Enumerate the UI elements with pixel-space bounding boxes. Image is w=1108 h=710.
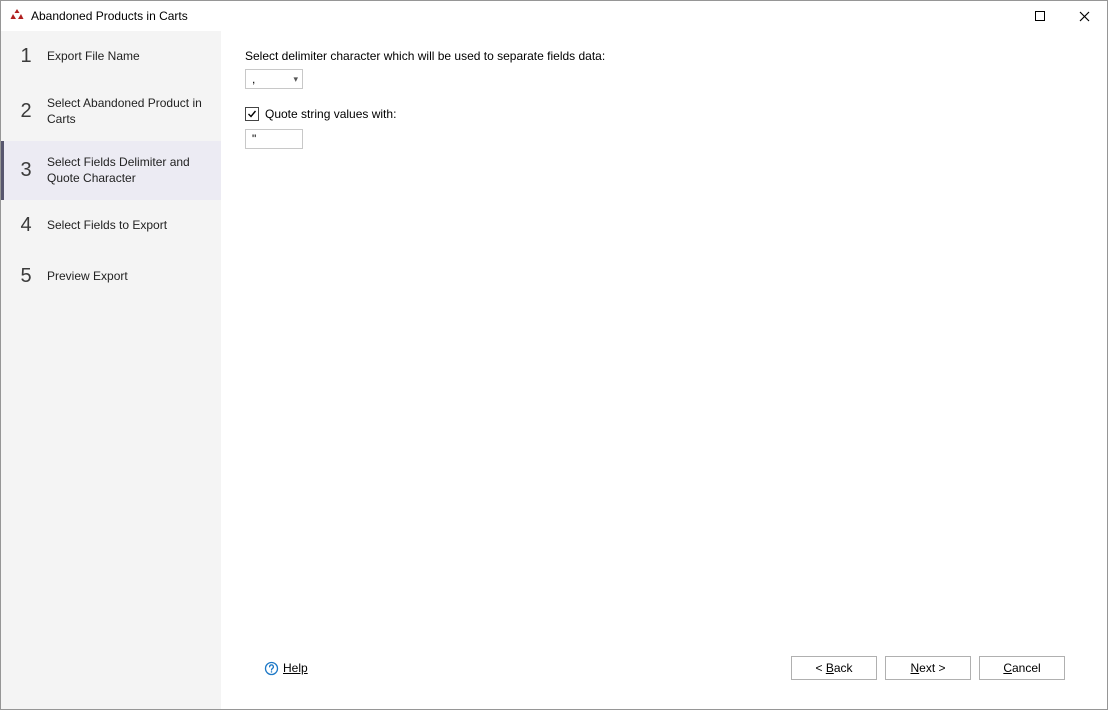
- window-controls: [1017, 1, 1107, 31]
- maximize-button[interactable]: [1017, 1, 1062, 31]
- wizard-step-4[interactable]: 4 Select Fields to Export: [1, 200, 221, 251]
- wizard-body: 1 Export File Name 2 Select Abandoned Pr…: [1, 31, 1107, 709]
- quote-checkbox[interactable]: [245, 107, 259, 121]
- step-label: Preview Export: [47, 269, 128, 285]
- step-label: Select Fields to Export: [47, 218, 167, 234]
- content-spacer: [245, 149, 1083, 645]
- app-icon: [9, 8, 25, 24]
- quote-value: ": [252, 132, 256, 146]
- titlebar: Abandoned Products in Carts: [1, 1, 1107, 31]
- step-number: 3: [19, 159, 33, 182]
- close-button[interactable]: [1062, 1, 1107, 31]
- step-number: 2: [19, 100, 33, 123]
- delimiter-value: ,: [252, 72, 255, 86]
- cancel-button-mnemonic: C: [1003, 661, 1012, 675]
- wizard-footer: Help < Back Next > Cancel: [245, 645, 1083, 691]
- quote-checkbox-label: Quote string values with:: [265, 107, 396, 121]
- quote-character-input[interactable]: ": [245, 129, 303, 149]
- wizard-step-5[interactable]: 5 Preview Export: [1, 251, 221, 302]
- back-button[interactable]: < Back: [791, 656, 877, 680]
- step-label: Select Fields Delimiter and Quote Charac…: [47, 155, 211, 186]
- back-button-mnemonic: B: [826, 661, 834, 675]
- chevron-down-icon: ▾: [293, 74, 298, 85]
- step-label: Export File Name: [47, 49, 140, 65]
- cancel-button[interactable]: Cancel: [979, 656, 1065, 680]
- delimiter-select[interactable]: , ▾: [245, 69, 303, 89]
- wizard-steps-sidebar: 1 Export File Name 2 Select Abandoned Pr…: [1, 31, 221, 709]
- next-button-mnemonic: N: [910, 661, 919, 675]
- next-button-rest: ext >: [919, 661, 945, 675]
- step-number: 4: [19, 214, 33, 237]
- quote-checkbox-row: Quote string values with:: [245, 107, 1083, 121]
- back-button-rest: ack: [834, 661, 853, 675]
- wizard-window: Abandoned Products in Carts 1 Export Fil…: [0, 0, 1108, 710]
- cancel-button-rest: ancel: [1012, 661, 1041, 675]
- step-number: 1: [19, 45, 33, 68]
- step-number: 5: [19, 265, 33, 288]
- wizard-content: Select delimiter character which will be…: [221, 31, 1107, 709]
- back-button-lt: <: [815, 661, 825, 675]
- help-icon: [263, 660, 279, 676]
- next-button[interactable]: Next >: [885, 656, 971, 680]
- wizard-step-2[interactable]: 2 Select Abandoned Product in Carts: [1, 82, 221, 141]
- help-label: Help: [283, 661, 308, 675]
- help-link[interactable]: Help: [263, 660, 308, 676]
- window-title: Abandoned Products in Carts: [31, 9, 188, 23]
- wizard-step-3[interactable]: 3 Select Fields Delimiter and Quote Char…: [1, 141, 221, 200]
- delimiter-label: Select delimiter character which will be…: [245, 49, 1083, 63]
- wizard-step-1[interactable]: 1 Export File Name: [1, 31, 221, 82]
- step-label: Select Abandoned Product in Carts: [47, 96, 211, 127]
